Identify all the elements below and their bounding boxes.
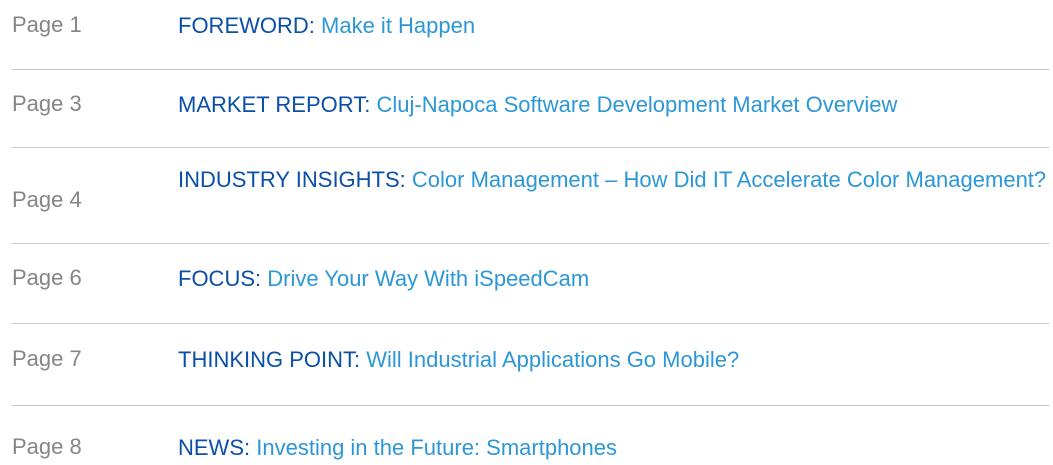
page-number: Page 1 — [12, 12, 82, 37]
article-title-link[interactable]: Drive Your Way With iSpeedCam — [267, 266, 589, 291]
page-number: Page 4 — [12, 187, 82, 212]
divider — [12, 147, 1049, 148]
toc-entry-market-report[interactable]: Page 3 MARKET REPORT: Cluj-Napoca Softwa… — [0, 90, 1053, 120]
page-number: Page 3 — [12, 91, 82, 116]
toc-entry-text[interactable]: THINKING POINT: Will Industrial Applicat… — [178, 345, 1048, 375]
toc-entry-thinking-point[interactable]: Page 7 THINKING POINT: Will Industrial A… — [0, 345, 1053, 375]
section-label: NEWS: — [178, 435, 251, 460]
article-title-link[interactable]: Will Industrial Applications Go Mobile? — [366, 347, 739, 372]
divider — [12, 323, 1049, 324]
divider — [12, 243, 1049, 244]
toc-entry-text[interactable]: MARKET REPORT: Cluj-Napoca Software Deve… — [178, 90, 1048, 120]
toc-entry-foreword[interactable]: Page 1 FOREWORD: Make it Happen — [0, 11, 1053, 41]
section-label: INDUSTRY INSIGHTS: — [178, 167, 406, 192]
section-label: MARKET REPORT: — [178, 92, 371, 117]
table-of-contents: Page 1 FOREWORD: Make it Happen Page 3 M… — [0, 0, 1053, 465]
page-number: Page 7 — [12, 346, 82, 371]
section-label: FOCUS: — [178, 266, 262, 291]
article-title-link[interactable]: Color Management – How Did IT Accelerate… — [412, 167, 1046, 192]
divider — [12, 405, 1049, 406]
article-title-link[interactable]: Investing in the Future: Smartphones — [256, 435, 617, 460]
toc-entry-text[interactable]: FOREWORD: Make it Happen — [178, 11, 1048, 41]
toc-entry-text[interactable]: INDUSTRY INSIGHTS: Color Management – Ho… — [178, 165, 1048, 195]
toc-entry-industry-insights[interactable]: Page 4 INDUSTRY INSIGHTS: Color Manageme… — [0, 165, 1053, 235]
article-title-link[interactable]: Make it Happen — [321, 13, 475, 38]
article-title-link[interactable]: Cluj-Napoca Software Development Market … — [376, 92, 897, 117]
toc-entry-focus[interactable]: Page 6 FOCUS: Drive Your Way With iSpeed… — [0, 264, 1053, 294]
toc-entry-text[interactable]: NEWS: Investing in the Future: Smartphon… — [178, 433, 1048, 463]
page-number: Page 8 — [12, 434, 82, 459]
divider — [12, 69, 1049, 70]
section-label: FOREWORD: — [178, 13, 315, 38]
page-number: Page 6 — [12, 265, 82, 290]
toc-entry-text[interactable]: FOCUS: Drive Your Way With iSpeedCam — [178, 264, 1048, 294]
section-label: THINKING POINT: — [178, 347, 361, 372]
toc-entry-news[interactable]: Page 8 NEWS: Investing in the Future: Sm… — [0, 433, 1053, 463]
